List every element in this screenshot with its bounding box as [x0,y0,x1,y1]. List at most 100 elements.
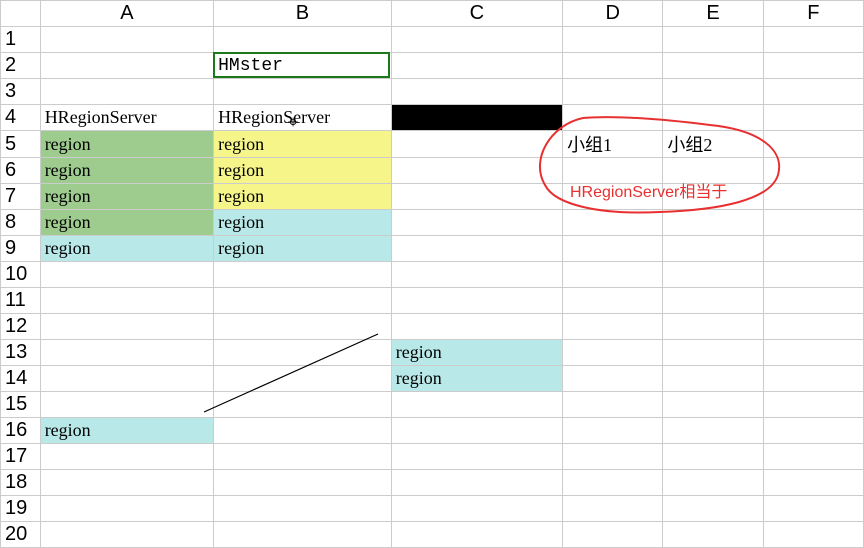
cell-C7[interactable] [391,184,562,210]
cell-B1[interactable] [214,27,392,53]
cell-D11[interactable] [563,288,663,314]
cell-B15[interactable] [214,392,392,418]
row-header-12[interactable]: 12 [1,314,41,340]
cell-F10[interactable] [763,262,863,288]
col-header-E[interactable]: E [663,1,763,27]
cell-E8[interactable] [663,210,763,236]
row-header-20[interactable]: 20 [1,522,41,548]
cell-A10[interactable] [40,262,213,288]
col-header-B[interactable]: B [214,1,392,27]
cell-E1[interactable] [663,27,763,53]
row-header-11[interactable]: 11 [1,288,41,314]
cell-D12[interactable] [563,314,663,340]
cell-C4[interactable] [391,105,562,131]
row-header-19[interactable]: 19 [1,496,41,522]
row-header-18[interactable]: 18 [1,470,41,496]
col-header-D[interactable]: D [563,1,663,27]
cell-B17[interactable] [214,444,392,470]
row-header-2[interactable]: 2 [1,53,41,79]
cell-A11[interactable] [40,288,213,314]
cell-D3[interactable] [563,79,663,105]
cell-B4[interactable]: HRegionServer [214,105,392,131]
cell-D15[interactable] [563,392,663,418]
cell-A2[interactable] [40,53,213,79]
row-header-7[interactable]: 7 [1,184,41,210]
cell-E4[interactable] [663,105,763,131]
cell-F12[interactable] [763,314,863,340]
cell-D9[interactable] [563,236,663,262]
cell-C16[interactable] [391,418,562,444]
cell-F4[interactable] [763,105,863,131]
cell-A16[interactable]: region [40,418,213,444]
cell-D4[interactable] [563,105,663,131]
cell-A4[interactable]: HRegionServer [40,105,213,131]
corner-cell[interactable] [1,1,41,27]
cell-C8[interactable] [391,210,562,236]
cell-B8[interactable]: region [214,210,392,236]
cell-B5[interactable]: region [214,131,392,158]
cell-E17[interactable] [663,444,763,470]
cell-D16[interactable] [563,418,663,444]
cell-F9[interactable] [763,236,863,262]
cell-A17[interactable] [40,444,213,470]
cell-C3[interactable] [391,79,562,105]
cell-A20[interactable] [40,522,213,548]
cell-F7[interactable] [763,184,863,210]
cell-A18[interactable] [40,470,213,496]
cell-C17[interactable] [391,444,562,470]
row-header-9[interactable]: 9 [1,236,41,262]
cell-D2[interactable] [563,53,663,79]
cell-C14[interactable]: region [391,366,562,392]
cell-F18[interactable] [763,470,863,496]
cell-B20[interactable] [214,522,392,548]
cell-C5[interactable] [391,131,562,158]
cell-E3[interactable] [663,79,763,105]
cell-B13[interactable] [214,340,392,366]
cell-C11[interactable] [391,288,562,314]
cell-F16[interactable] [763,418,863,444]
col-header-F[interactable]: F [763,1,863,27]
cell-C15[interactable] [391,392,562,418]
cell-B16[interactable] [214,418,392,444]
cell-F14[interactable] [763,366,863,392]
cell-F3[interactable] [763,79,863,105]
cell-A12[interactable] [40,314,213,340]
cell-E10[interactable] [663,262,763,288]
cell-F8[interactable] [763,210,863,236]
row-header-15[interactable]: 15 [1,392,41,418]
spreadsheet-grid[interactable]: A B C D E F 12HMster34HRegionServerHRegi… [0,0,864,548]
row-header-3[interactable]: 3 [1,79,41,105]
cell-C13[interactable]: region [391,340,562,366]
cell-A19[interactable] [40,496,213,522]
cell-A6[interactable]: region [40,158,213,184]
cell-E18[interactable] [663,470,763,496]
cell-C9[interactable] [391,236,562,262]
cell-A5[interactable]: region [40,131,213,158]
cell-A9[interactable]: region [40,236,213,262]
cell-C10[interactable] [391,262,562,288]
cell-E2[interactable] [663,53,763,79]
cell-E5[interactable]: 小组2 [663,131,763,158]
cell-A7[interactable]: region [40,184,213,210]
cell-E12[interactable] [663,314,763,340]
cell-F1[interactable] [763,27,863,53]
row-header-1[interactable]: 1 [1,27,41,53]
cell-D17[interactable] [563,444,663,470]
cell-B6[interactable]: region [214,158,392,184]
cell-A13[interactable] [40,340,213,366]
cell-E14[interactable] [663,366,763,392]
cell-D10[interactable] [563,262,663,288]
cell-F5[interactable] [763,131,863,158]
cell-D5[interactable]: 小组1 [563,131,663,158]
row-header-4[interactable]: 4 [1,105,41,131]
row-header-10[interactable]: 10 [1,262,41,288]
cell-C12[interactable] [391,314,562,340]
row-header-13[interactable]: 13 [1,340,41,366]
cell-E13[interactable] [663,340,763,366]
cell-F17[interactable] [763,444,863,470]
row-header-14[interactable]: 14 [1,366,41,392]
row-header-5[interactable]: 5 [1,131,41,158]
cell-D19[interactable] [563,496,663,522]
cell-B12[interactable] [214,314,392,340]
cell-F19[interactable] [763,496,863,522]
